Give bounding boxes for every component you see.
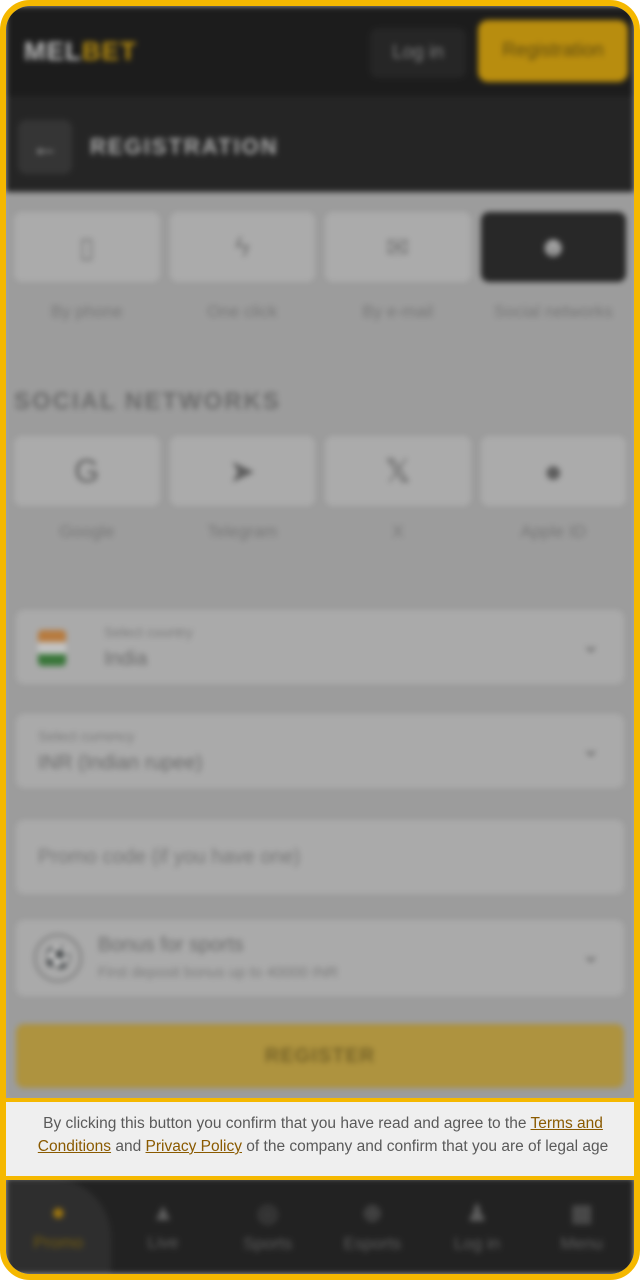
tab-one-click[interactable]: ϟ	[169, 212, 315, 282]
social-label-google: Google	[59, 522, 115, 541]
nav-item-esports[interactable]: ⊕ Esports	[320, 1178, 425, 1274]
currency-select-label: Select currency	[38, 728, 135, 744]
social-networks-title: SOCIAL NETWORKS	[14, 388, 281, 415]
registration-form: ▯ ϟ ✉ ☻ By phone One click By e-mail Soc…	[6, 192, 634, 1100]
nav-label: Live	[147, 1233, 179, 1252]
country-select-label: Select country	[104, 624, 193, 640]
x-button[interactable]: 𝕏	[325, 436, 471, 506]
apple-icon: ●	[543, 452, 563, 489]
logo: MELBET	[24, 36, 137, 66]
consent-text: By clicking this button you confirm that…	[43, 1115, 531, 1132]
social-label-apple: Apple ID	[520, 522, 586, 541]
envelope-icon: ✉	[386, 231, 410, 263]
bottom-nav: ● Promo ▲ Live ◎ Sports ⊕ Esports ♟ Log in ▦ M…	[6, 1178, 634, 1274]
apple-button[interactable]: ●	[480, 436, 626, 506]
tab-by-phone[interactable]: ▯	[14, 212, 160, 282]
promo-code-input[interactable]: Promo code (if you have one)	[16, 820, 624, 894]
social-label-telegram: Telegram	[207, 522, 278, 541]
country-select-value: India	[104, 648, 148, 670]
nav-item-live[interactable]: ▲ Live	[111, 1178, 216, 1274]
google-icon: G	[74, 452, 100, 489]
consent-text: of the company and confirm that you are …	[242, 1138, 609, 1155]
currency-select[interactable]: Select currency INR (Indian rupee) ⌄	[16, 714, 624, 788]
telegram-icon: ➤	[228, 453, 256, 489]
login-button[interactable]: Log in	[370, 28, 466, 78]
india-flag-icon	[38, 630, 66, 666]
currency-select-value: INR (Indian rupee)	[38, 752, 203, 774]
x-icon: 𝕏	[384, 453, 411, 489]
blurred-app: MELBET Log in Registration ← REGISTRATIO…	[6, 6, 634, 1274]
promo-code-placeholder: Promo code (if you have one)	[38, 846, 301, 868]
top-bar: MELBET Log in Registration	[6, 6, 634, 96]
registration-button[interactable]: Registration	[478, 20, 628, 82]
tab-label-social-networks: Social networks	[493, 302, 613, 321]
back-button[interactable]: ←	[18, 120, 72, 174]
consent-notice: By clicking this button you confirm that…	[6, 1098, 634, 1180]
social-buttons: G ➤ 𝕏 ●	[14, 436, 626, 508]
bonus-subtitle: First deposit bonus up to 40000 INR	[98, 964, 339, 981]
nav-label: Log in	[453, 1233, 501, 1253]
phone-icon: ▯	[79, 231, 95, 263]
nav-label: Esports	[343, 1233, 402, 1253]
bonus-select[interactable]: ⚽ Bonus for sports First deposit bonus u…	[16, 920, 624, 996]
sub-header: ← REGISTRATION	[6, 96, 634, 192]
tab-label-one-click: One click	[207, 302, 278, 321]
ball-icon: ◎	[257, 1199, 279, 1227]
gamepad-icon: ⊕	[362, 1199, 383, 1227]
google-button[interactable]: G	[14, 436, 160, 506]
bonus-title: Bonus for sports	[98, 934, 244, 956]
privacy-policy-link[interactable]: Privacy Policy	[146, 1138, 242, 1155]
registration-method-labels: By phone One click By e-mail Social netw…	[14, 300, 626, 324]
tab-social-networks[interactable]: ☻	[480, 212, 626, 282]
nav-item-sports[interactable]: ◎ Sports	[215, 1178, 320, 1274]
nav-label: Sports	[243, 1233, 293, 1253]
page-title: REGISTRATION	[90, 134, 279, 159]
telegram-button[interactable]: ➤	[169, 436, 315, 506]
nav-label: Promo	[33, 1233, 84, 1252]
people-icon: ☻	[538, 231, 568, 262]
nav-label: Menu	[560, 1233, 603, 1253]
nav-item-menu[interactable]: ▦ Menu	[529, 1178, 634, 1274]
social-label-x: X	[392, 522, 404, 541]
flame-icon: ▲	[151, 1199, 175, 1226]
nav-item-login[interactable]: ♟ Log in	[425, 1178, 530, 1274]
social-labels: Google Telegram X Apple ID	[14, 522, 626, 542]
device-frame: MELBET Log in Registration ← REGISTRATIO…	[0, 0, 640, 1280]
user-icon: ♟	[466, 1199, 488, 1227]
tab-label-by-email: By e-mail	[362, 302, 434, 321]
promo-icon: ●	[51, 1199, 66, 1226]
arrow-left-icon: ←	[31, 131, 59, 162]
tab-by-email[interactable]: ✉	[325, 212, 471, 282]
register-button[interactable]: REGISTER	[16, 1024, 624, 1088]
chevron-down-icon: ⌄	[581, 632, 600, 657]
lightning-icon: ϟ	[234, 231, 250, 262]
football-icon: ⚽	[34, 934, 82, 982]
tab-label-by-phone: By phone	[50, 302, 123, 321]
chevron-down-icon: ⌄	[581, 736, 600, 761]
registration-method-tabs: ▯ ϟ ✉ ☻	[14, 212, 626, 284]
country-select[interactable]: Select country India ⌄	[16, 610, 624, 684]
menu-icon: ▦	[570, 1199, 594, 1227]
consent-text: and	[111, 1138, 146, 1155]
nav-item-promo[interactable]: ● Promo	[6, 1178, 111, 1274]
chevron-down-icon: ⌄	[581, 942, 600, 967]
